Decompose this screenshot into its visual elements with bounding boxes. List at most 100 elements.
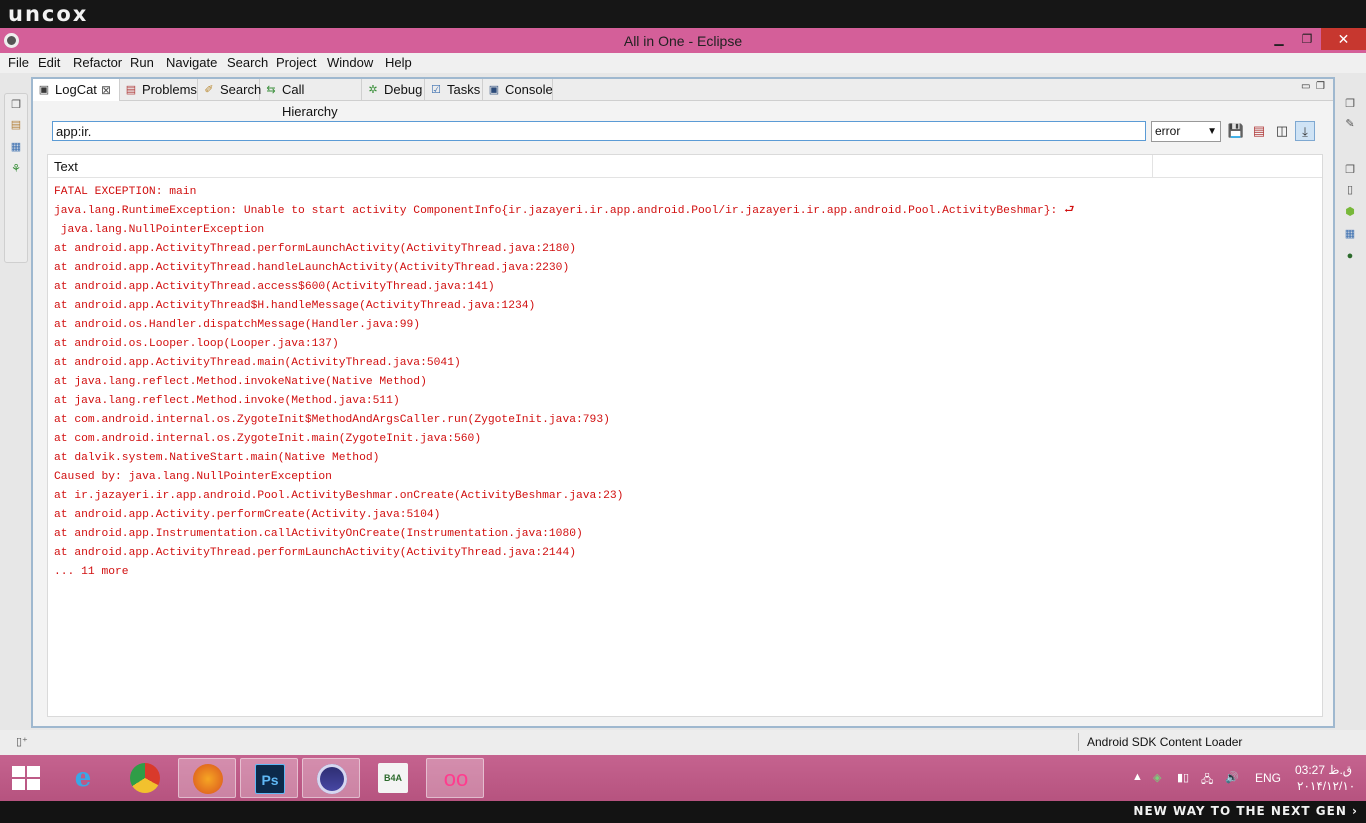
toggle-filters-icon[interactable]: ◫ [1272,121,1292,141]
flickr-icon: oo [443,766,469,791]
taskbar-chrome[interactable] [116,758,174,798]
log-line[interactable]: Caused by: java.lang.NullPointerExceptio… [54,468,1314,487]
clear-log-icon[interactable]: ▤ [1249,121,1269,141]
minimize-button[interactable]: ▁ [1265,28,1293,50]
layout-icon[interactable]: ▦ [1343,227,1357,241]
tab-debug[interactable]: ✲ Debug [362,79,425,101]
log-line[interactable]: at java.lang.reflect.Method.invoke(Metho… [54,392,1314,411]
taskbar-eclipse[interactable] [302,758,360,798]
volume-icon[interactable]: 🔊 [1225,771,1239,784]
column-divider[interactable] [1152,155,1153,177]
log-line[interactable]: at android.app.ActivityThread.performLau… [54,240,1314,259]
log-line[interactable]: java.lang.NullPointerException [54,221,1314,240]
log-line[interactable]: ... 11 more [54,563,1314,582]
minimize-view-icon[interactable]: ▭ [1301,81,1310,92]
photoshop-icon: Ps [255,764,285,794]
input-language[interactable]: ENG [1255,771,1281,785]
log-column-header[interactable]: Text [48,155,1322,178]
tasks-icon: ☑ [431,84,441,96]
log-line[interactable]: at android.app.ActivityThread.main(Activ… [54,354,1314,373]
restore-icon[interactable]: ❐ [1343,163,1357,177]
logcat-filter-input[interactable] [52,121,1146,141]
android-icon[interactable]: ⬢ [1343,205,1357,219]
device-icon[interactable]: ▯ [1343,183,1357,197]
log-line[interactable]: java.lang.RuntimeException: Unable to st… [54,202,1314,221]
call-hierarchy-icon: ⇆ [266,84,276,96]
menu-edit[interactable]: Edit [38,55,60,70]
show-hidden-icons-icon[interactable]: ▲ [1132,771,1143,783]
log-level-value: error [1155,124,1181,138]
taskbar-firefox[interactable] [178,758,236,798]
menu-navigate[interactable]: Navigate [166,55,217,70]
tab-label: LogCat [55,82,97,97]
restore-icon[interactable]: ❐ [9,98,23,112]
tab-search[interactable]: ✐ Search [198,79,261,101]
menu-run[interactable]: Run [130,55,154,70]
save-icon[interactable]: 💾 [1226,121,1246,141]
scroll-lock-icon[interactable]: ⤓ [1295,121,1315,141]
log-line[interactable]: at android.app.ActivityThread.performLau… [54,544,1314,563]
restore-icon[interactable]: ❐ [1343,97,1357,111]
log-line[interactable]: at java.lang.reflect.Method.invokeNative… [54,373,1314,392]
taskbar-internet-explorer[interactable]: e [54,758,112,798]
log-line[interactable]: at android.app.Instrumentation.callActiv… [54,525,1314,544]
taskbar-photoshop[interactable]: Ps [240,758,298,798]
start-button[interactable] [10,765,40,791]
log-level-select[interactable]: error ▼ [1151,121,1221,142]
log-line[interactable]: at android.os.Looper.loop(Looper.java:13… [54,335,1314,354]
brand-bar: uncox [0,0,1366,28]
outline-icon[interactable]: ▦ [9,140,23,154]
log-line[interactable]: at android.app.ActivityThread.access$600… [54,278,1314,297]
tab-console[interactable]: ▣ Console [483,79,553,101]
log-line[interactable]: at android.app.ActivityThread$H.handleMe… [54,297,1314,316]
taskbar-flickr[interactable]: oo [426,758,484,798]
status-progress-text[interactable]: Android SDK Content Loader [1087,735,1242,749]
hierarchy-icon[interactable]: ⚘ [9,162,23,176]
log-line[interactable]: FATAL EXCEPTION: main [54,183,1314,202]
clock-time[interactable]: 03:27 ق.ظ [1295,763,1352,777]
package-explorer-icon[interactable]: ▤ [9,118,23,132]
edit-icon[interactable]: ✎ [1343,117,1357,131]
log-line[interactable]: at dalvik.system.NativeStart.main(Native… [54,449,1314,468]
clock-date[interactable]: ۲۰۱۴/۱۲/۱۰ [1297,779,1355,793]
tab-logcat[interactable]: ▣ LogCat ⊠ [33,79,120,101]
window-title-bar[interactable]: All in One - Eclipse ▁ ❐ ✕ [0,28,1366,53]
left-trim-toolbar: ❐ ▤ ▦ ⚘ [4,93,28,263]
menu-file[interactable]: File [8,55,29,70]
restore-button[interactable]: ❐ [1293,28,1321,50]
menu-help[interactable]: Help [385,55,412,70]
action-center-icon[interactable]: ▮▯ [1177,771,1189,784]
log-line[interactable]: at android.os.Handler.dispatchMessage(Ha… [54,316,1314,335]
tab-call-hierarchy[interactable]: ⇆ Call Hierarchy [260,79,362,119]
log-line[interactable]: at com.android.internal.os.ZygoteInit$Me… [54,411,1314,430]
menu-project[interactable]: Project [276,55,316,70]
log-line[interactable]: at ir.jazayeri.ir.app.android.Pool.Activ… [54,487,1314,506]
windows-logo-pane [27,766,40,777]
tab-problems[interactable]: ▤ Problems [120,79,198,101]
ddms-icon[interactable]: ● [1343,249,1357,263]
network-icon[interactable]: 🖧 [1201,771,1213,790]
menu-search[interactable]: Search [227,55,268,70]
fast-view-icon[interactable]: ▯⁺ [16,735,28,748]
windows-logo-pane [12,779,25,790]
close-icon[interactable]: ⊠ [101,79,111,101]
right-trim-toolbar: ❐ ✎ ❐ ▯ ⬢ ▦ ● [1338,93,1362,273]
log-line[interactable]: at android.app.ActivityThread.handleLaun… [54,259,1314,278]
log-line[interactable]: at com.android.internal.os.ZygoteInit.ma… [54,430,1314,449]
taskbar-basic4android[interactable]: B4A [364,758,422,798]
windows-logo-icon [12,766,25,777]
log-line[interactable]: at android.app.Activity.performCreate(Ac… [54,506,1314,525]
close-window-button[interactable]: ✕ [1321,28,1366,50]
network-app-icon[interactable]: ◈ [1153,771,1161,784]
console-icon: ▣ [488,84,500,96]
tab-tasks[interactable]: ☑ Tasks [425,79,483,101]
maximize-view-icon[interactable]: ❐ [1316,81,1325,92]
tab-label: Call Hierarchy [282,82,338,119]
log-lines: FATAL EXCEPTION: main java.lang.RuntimeE… [54,183,1314,582]
menu-window[interactable]: Window [327,55,373,70]
view-tab-strip: ▣ LogCat ⊠ ▤ Problems ✐ Search ⇆ Call Hi… [33,79,1333,119]
brand-logo: uncox [8,2,89,26]
menu-refactor[interactable]: Refactor [73,55,122,70]
chrome-icon [130,763,160,793]
workbench: ❐ ▤ ▦ ⚘ ❐ ✎ ❐ ▯ ⬢ ▦ ● ▣ LogCat ⊠ ▤ Probl… [0,73,1366,755]
